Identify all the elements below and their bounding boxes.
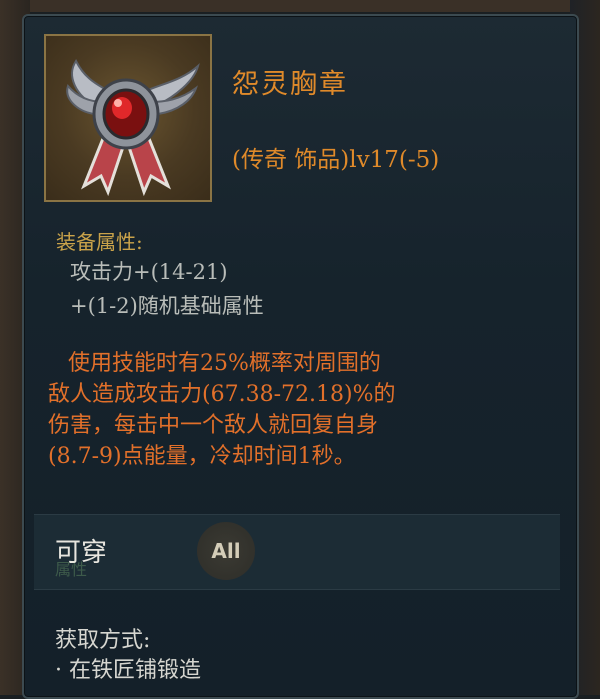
special-effect-text: 使用技能时有25%概率对周围的 敌人造成攻击力(67.38-72.18)%的 伤… — [48, 348, 528, 472]
effect-line: 使用技能时有25%概率对周围的 — [68, 351, 381, 376]
item-type-level: (传奇 饰品)lv17(-5) — [232, 147, 440, 173]
effect-line: 伤害，每击中一个敌人就回复自身 — [48, 413, 379, 438]
wearable-label: 可穿 — [55, 538, 108, 568]
wearable-bar — [34, 514, 560, 590]
item-icon-frame — [44, 34, 212, 202]
obtain-method: · 在铁匠铺锻造 — [55, 658, 201, 683]
effect-line: (8.7-9)点能量，冷却时间1秒。 — [48, 444, 356, 469]
obtain-header: 获取方式: — [55, 628, 151, 653]
attributes-header: 装备属性: — [56, 230, 143, 254]
item-name: 怨灵胸章 — [232, 69, 348, 100]
amulet-icon — [66, 59, 200, 197]
attribute-line: +(1-2)随机基础属性 — [70, 294, 264, 318]
wearable-class-badge: All — [197, 522, 255, 580]
attribute-line: 攻击力+(14-21) — [70, 260, 228, 284]
effect-line: 敌人造成攻击力(67.38-72.18)%的 — [48, 382, 396, 407]
background-top — [0, 0, 600, 12]
